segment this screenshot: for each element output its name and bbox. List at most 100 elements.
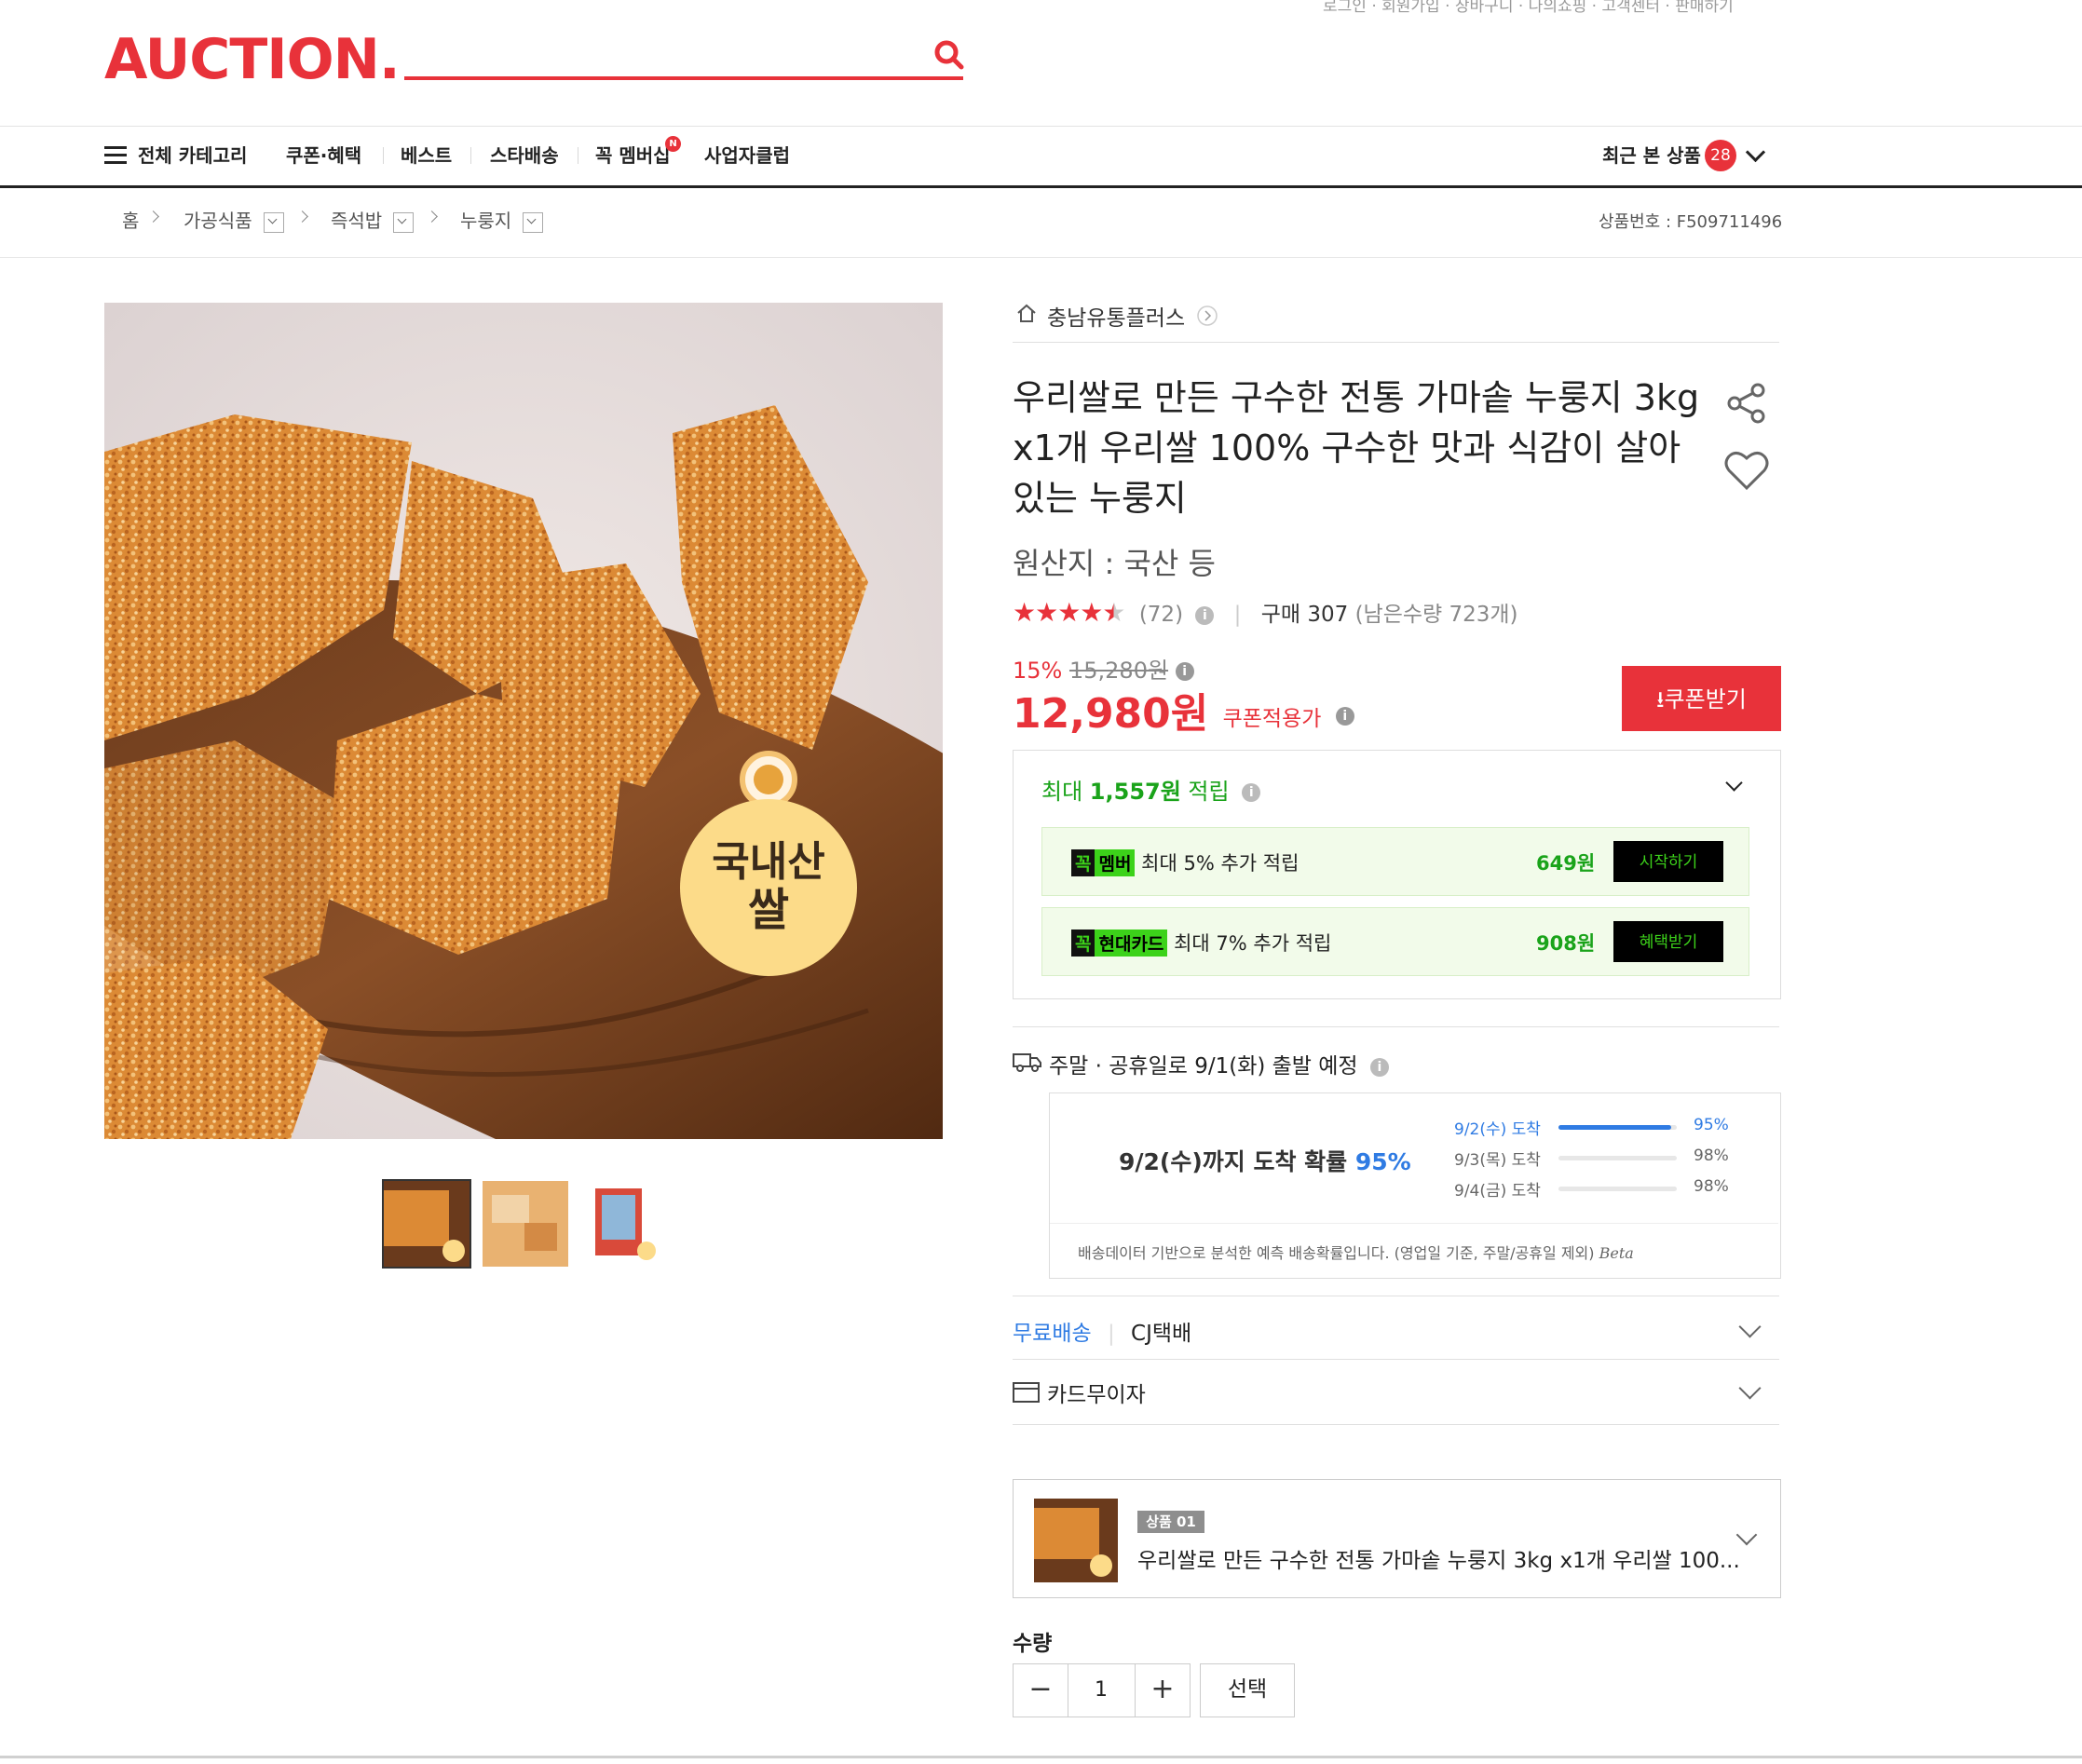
section-divider <box>1013 1026 1779 1027</box>
info-icon[interactable]: i <box>1335 707 1354 726</box>
coupon-price-label: 쿠폰적용가 <box>1222 707 1322 731</box>
quantity-input[interactable]: 1 <box>1068 1663 1135 1717</box>
recent-products-label[interactable]: 최근 본 상품 <box>1602 140 1701 171</box>
search-input[interactable] <box>404 76 963 80</box>
chevron-down-icon[interactable] <box>1745 142 1766 163</box>
delivery-prob-label: 9/2(수) 도착 <box>1454 1120 1541 1139</box>
chevron-down-icon[interactable] <box>1738 1377 1762 1400</box>
option-thumbnail <box>1034 1499 1118 1582</box>
delivery-prob-percent: 98% <box>1694 1177 1729 1196</box>
points-row-card-amount: 908원 <box>1536 932 1596 955</box>
breadcrumb-separator <box>426 210 438 223</box>
bottom-divider <box>0 1756 2082 1758</box>
select-button[interactable]: 선택 <box>1200 1663 1295 1717</box>
nav-business-club[interactable]: 사업자클럽 <box>704 140 790 171</box>
share-icon[interactable] <box>1723 380 1770 427</box>
seller-name[interactable]: 충남유통플러스 <box>1047 300 1185 332</box>
purchase-count: 구매 307 <box>1260 603 1349 627</box>
breadcrumb-item-processed-food[interactable]: 가공식품 <box>184 207 252 235</box>
product-title: 우리쌀로 만든 구수한 전통 가마솥 누룽지 3kg x1개 우리쌀 100% … <box>1013 377 1700 519</box>
breadcrumb-divider <box>0 257 2082 258</box>
shipping-notice: 주말 · 공휴일로 9/1(화) 출발 예정 i <box>1049 1048 1389 1079</box>
download-icon: ⭳ <box>1656 686 1665 712</box>
heart-icon[interactable] <box>1723 449 1770 492</box>
shipping-method-row[interactable]: 무료배송 | CJ택배 <box>1013 1315 1191 1347</box>
origin-info: 원산지 : 국산 등 <box>1013 546 1216 581</box>
image-badge-line2: 쌀 <box>748 884 789 936</box>
home-icon <box>1017 304 1036 322</box>
header-divider <box>0 126 2082 127</box>
get-benefit-button[interactable]: 혜택받기 <box>1613 921 1723 962</box>
card-icon <box>1013 1382 1040 1403</box>
download-coupon-button[interactable]: ⭳쿠폰받기 <box>1622 666 1781 731</box>
sale-price: 12,980원 쿠폰적용가 i <box>1013 680 1354 740</box>
row-separator: | <box>1107 1322 1115 1346</box>
points-row-card-label: 꼭 현대카드 최대 7% 추가 적립 <box>1071 929 1331 957</box>
delivery-prob-label: 9/4(금) 도착 <box>1454 1182 1541 1201</box>
chevron-down-icon[interactable] <box>1738 1315 1762 1338</box>
delivery-prob-percent: 98% <box>1694 1147 1729 1165</box>
delivery-prob-bar-track <box>1558 1187 1677 1191</box>
rating-row: ★★★★★ (72) i | 구매 307 (남은수량 723개) <box>1013 596 1518 628</box>
points-row-member-amount: 649원 <box>1536 852 1596 875</box>
quantity-decrease-button[interactable]: − <box>1013 1663 1068 1717</box>
thumbnail-2[interactable] <box>483 1181 568 1267</box>
rating-separator: | <box>1233 603 1242 627</box>
breadcrumb-dropdown[interactable] <box>264 212 284 233</box>
info-icon[interactable]: i <box>1175 662 1194 681</box>
image-badge-line1: 국내산 <box>712 838 824 886</box>
search-icon[interactable] <box>932 37 967 73</box>
delivery-probability-note: 배송데이터 기반으로 분석한 예측 배송확률입니다. (영업일 기준, 주말/공… <box>1078 1244 1634 1262</box>
quantity-label: 수량 <box>1013 1632 1053 1656</box>
seller-arrow-icon[interactable] <box>1197 305 1218 326</box>
delivery-prob-label: 9/3(목) 도착 <box>1454 1151 1541 1170</box>
section-divider <box>1013 1424 1779 1425</box>
recent-count-badge: 28 <box>1705 140 1736 171</box>
nav-best[interactable]: 베스트 <box>401 140 452 171</box>
nav-coupon-benefits[interactable]: 쿠폰·혜택 <box>286 140 361 171</box>
info-icon[interactable]: i <box>1369 1057 1389 1077</box>
nav-divider <box>0 185 2082 188</box>
delivery-prob-bar-fill <box>1558 1125 1671 1130</box>
nav-separator <box>383 147 384 164</box>
info-icon[interactable]: i <box>1195 605 1215 625</box>
delivery-prob-bar-track <box>1558 1156 1677 1160</box>
quantity-increase-button[interactable]: + <box>1135 1663 1191 1717</box>
price-value: 12,980원 <box>1013 690 1209 738</box>
breadcrumb-separator <box>147 210 159 223</box>
nav-star-delivery[interactable]: 스타배송 <box>490 140 559 171</box>
remaining-stock: (남은수량 723개) <box>1354 603 1518 627</box>
nav-membership[interactable]: 꼭 멤버십 <box>595 140 671 171</box>
thumbnail-1[interactable] <box>382 1179 471 1269</box>
top-utility-links[interactable]: 로그인 · 회원가입 · 장바구니 · 나의쇼핑 · 고객센터 · 판매하기 <box>1323 0 1734 16</box>
auction-logo[interactable]: AUCTION. <box>104 32 401 88</box>
breadcrumb-home[interactable]: 홈 <box>122 207 139 235</box>
start-membership-button[interactable]: 시작하기 <box>1613 841 1723 882</box>
truck-icon <box>1013 1053 1041 1072</box>
star-rating: ★★★★★ <box>1013 597 1126 628</box>
option-badge: 상품 01 <box>1137 1511 1204 1533</box>
menu-icon[interactable] <box>104 146 127 165</box>
product-main-image[interactable]: 국내산 쌀 <box>104 303 943 1139</box>
thumbnail-3[interactable] <box>581 1181 667 1267</box>
points-row-member-label: 꼭 멤버 최대 5% 추가 적립 <box>1071 848 1299 876</box>
new-badge: N <box>665 136 681 152</box>
breadcrumb-dropdown[interactable] <box>393 212 414 233</box>
breadcrumb-item-nurungji[interactable]: 누룽지 <box>460 207 511 235</box>
breadcrumb-item-instant-rice[interactable]: 즉석밥 <box>331 207 382 235</box>
nav-separator <box>470 147 471 164</box>
breadcrumb-dropdown[interactable] <box>523 212 543 233</box>
points-summary[interactable]: 최대 1,557원 적립 i <box>1041 773 1261 806</box>
section-divider <box>1013 1359 1779 1360</box>
seller-divider <box>1013 342 1779 343</box>
selected-option-box[interactable] <box>1013 1479 1781 1598</box>
info-icon[interactable]: i <box>1242 783 1261 802</box>
option-name: 우리쌀로 만든 구수한 전통 가마솥 누룽지 3kg x1개 우리쌀 100..… <box>1137 1549 1740 1573</box>
breadcrumb-separator <box>296 210 308 223</box>
card-installment-row[interactable]: 카드무이자 <box>1047 1377 1146 1408</box>
delivery-probability-headline: 9/2(수)까지 도착 확률 95% <box>1119 1148 1411 1175</box>
review-count[interactable]: (72) <box>1139 603 1183 627</box>
carrier-name: CJ택배 <box>1131 1322 1192 1346</box>
nav-all-categories[interactable]: 전체 카테고리 <box>138 140 247 171</box>
free-shipping-label: 무료배송 <box>1013 1322 1092 1346</box>
